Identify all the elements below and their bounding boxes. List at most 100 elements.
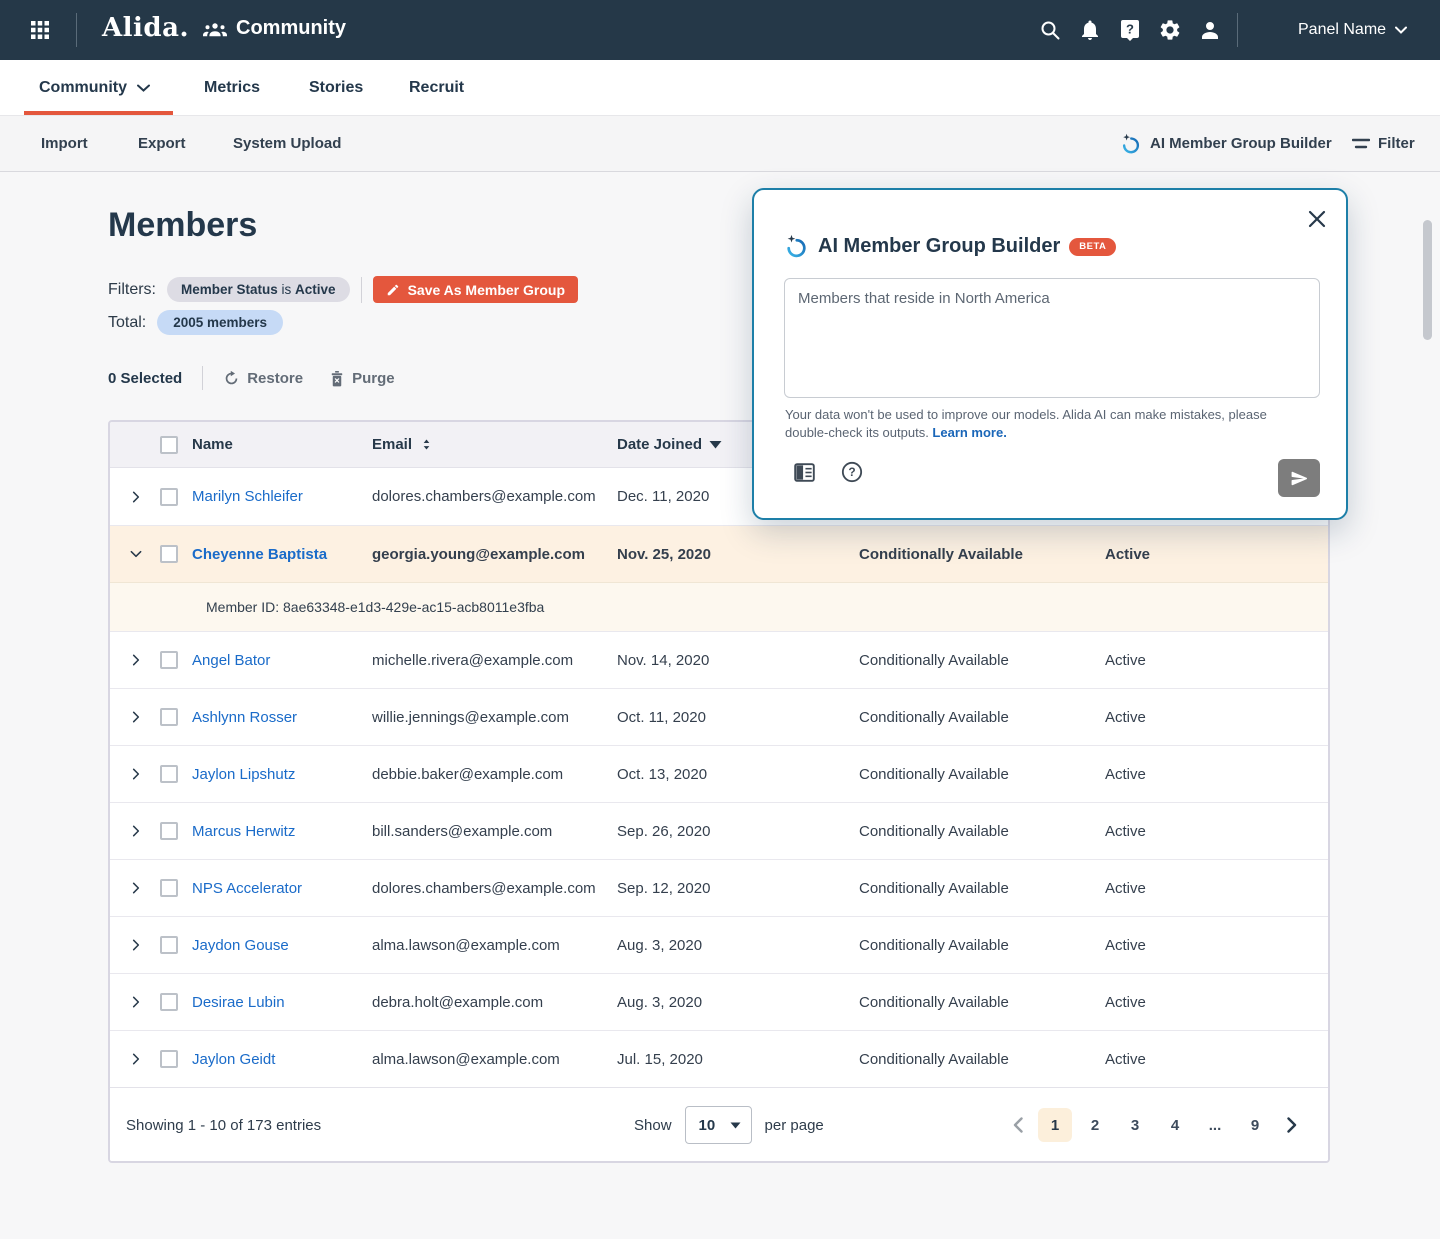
ai-prompt-input[interactable] — [784, 278, 1320, 398]
column-header-email[interactable]: Email — [372, 436, 617, 453]
chevron-right-icon — [129, 710, 143, 724]
member-email: willie.jennings@example.com — [372, 709, 617, 726]
row-expand-chevron[interactable] — [124, 762, 148, 786]
table-row[interactable]: Cheyenne Baptista georgia.young@example.… — [110, 525, 1328, 582]
row-checkbox[interactable] — [160, 651, 178, 669]
tab-metrics[interactable]: Metrics — [204, 60, 260, 115]
row-checkbox[interactable] — [160, 708, 178, 726]
table-row[interactable]: NPS Accelerator dolores.chambers@example… — [110, 859, 1328, 916]
table-row[interactable]: Jaydon Gouse alma.lawson@example.com Aug… — [110, 916, 1328, 973]
page-button[interactable]: 3 — [1118, 1108, 1152, 1142]
help-icon[interactable]: ? — [1118, 18, 1142, 42]
notifications-icon[interactable] — [1078, 18, 1102, 42]
row-checkbox[interactable] — [160, 488, 178, 506]
member-name-link[interactable]: Jaylon Geidt — [192, 1051, 372, 1068]
restore-icon — [223, 370, 240, 387]
import-button[interactable]: Import — [41, 116, 88, 171]
member-email: debra.holt@example.com — [372, 994, 617, 1011]
member-email: alma.lawson@example.com — [372, 1051, 617, 1068]
restore-button[interactable]: Restore — [223, 370, 303, 387]
table-row[interactable]: Jaylon Lipshutz debbie.baker@example.com… — [110, 745, 1328, 802]
row-expand-chevron[interactable] — [124, 1047, 148, 1071]
community-people-icon — [202, 18, 228, 47]
row-checkbox[interactable] — [160, 765, 178, 783]
member-availability: Conditionally Available — [859, 546, 1105, 563]
vertical-scrollbar-thumb[interactable] — [1423, 220, 1432, 340]
row-checkbox[interactable] — [160, 936, 178, 954]
tab-label: Metrics — [204, 79, 260, 97]
purge-button[interactable]: Purge — [329, 370, 395, 387]
row-checkbox[interactable] — [160, 1050, 178, 1068]
table-row[interactable]: Desirae Lubin debra.holt@example.com Aug… — [110, 973, 1328, 1030]
divider — [202, 366, 203, 390]
member-date-joined: Aug. 3, 2020 — [617, 937, 859, 954]
reader-guide-icon[interactable] — [792, 460, 816, 484]
filter-operator: is — [278, 282, 295, 297]
account-icon[interactable] — [1198, 18, 1222, 42]
table-row[interactable]: Jaylon Geidt alma.lawson@example.com Jul… — [110, 1030, 1328, 1087]
divider — [76, 13, 77, 47]
tab-community[interactable]: Community — [39, 60, 150, 115]
row-checkbox[interactable] — [160, 822, 178, 840]
help-circle-icon[interactable]: ? — [840, 460, 864, 484]
send-button[interactable] — [1278, 459, 1320, 497]
member-name-link[interactable]: Angel Bator — [192, 652, 372, 669]
filters-label: Filters: — [108, 281, 156, 299]
ai-sparkle-icon — [784, 234, 809, 259]
select-all-checkbox[interactable] — [160, 436, 178, 454]
close-icon[interactable] — [1304, 206, 1330, 232]
settings-icon[interactable] — [1158, 18, 1182, 42]
filter-chip[interactable]: Member Status is Active — [167, 277, 350, 302]
member-name-link[interactable]: Marcus Herwitz — [192, 823, 372, 840]
alida-logo[interactable]: Alida. — [102, 13, 189, 43]
member-name-link[interactable]: NPS Accelerator — [192, 880, 372, 897]
row-expand-chevron[interactable] — [124, 990, 148, 1014]
export-button[interactable]: Export — [138, 116, 186, 171]
ai-member-group-builder-button[interactable]: AI Member Group Builder — [1120, 116, 1332, 171]
page-size-select[interactable]: 10 — [685, 1106, 752, 1144]
panel-selector[interactable]: Panel Name — [1298, 0, 1407, 60]
chevron-right-icon — [129, 938, 143, 952]
row-expand-chevron[interactable] — [124, 933, 148, 957]
column-header-name[interactable]: Name — [192, 436, 372, 453]
filter-field: Member Status — [181, 282, 278, 297]
tab-recruit[interactable]: Recruit — [409, 60, 464, 115]
row-expand-chevron[interactable] — [124, 648, 148, 672]
member-name-link[interactable]: Marilyn Schleifer — [192, 488, 372, 505]
row-expand-chevron[interactable] — [124, 542, 148, 566]
row-expand-chevron[interactable] — [124, 819, 148, 843]
save-as-member-group-button[interactable]: Save As Member Group — [373, 276, 578, 303]
filter-button[interactable]: Filter — [1352, 116, 1415, 171]
filter-value: Active — [295, 282, 336, 297]
next-page-button[interactable] — [1278, 1108, 1306, 1142]
member-status: Active — [1105, 823, 1328, 840]
member-name-link[interactable]: Ashlynn Rosser — [192, 709, 372, 726]
previous-page-button[interactable] — [1004, 1108, 1032, 1142]
row-checkbox[interactable] — [160, 545, 178, 563]
total-row: Total: 2005 members — [108, 310, 283, 335]
row-expand-chevron[interactable] — [124, 876, 148, 900]
trash-x-icon — [329, 370, 345, 387]
member-name-link[interactable]: Jaylon Lipshutz — [192, 766, 372, 783]
row-checkbox[interactable] — [160, 993, 178, 1011]
page-button[interactable]: 9 — [1238, 1108, 1272, 1142]
member-name-link[interactable]: Desirae Lubin — [192, 994, 372, 1011]
row-checkbox[interactable] — [160, 879, 178, 897]
pencil-icon — [386, 283, 400, 297]
page-button[interactable]: 4 — [1158, 1108, 1192, 1142]
member-name-link[interactable]: Cheyenne Baptista — [192, 546, 372, 563]
tab-stories[interactable]: Stories — [309, 60, 363, 115]
search-icon[interactable] — [1038, 18, 1062, 42]
page-button[interactable]: 2 — [1078, 1108, 1112, 1142]
ai-sparkle-icon — [1120, 133, 1142, 155]
system-upload-button[interactable]: System Upload — [233, 116, 341, 171]
app-grid-icon[interactable] — [28, 18, 52, 42]
table-row[interactable]: Ashlynn Rosser willie.jennings@example.c… — [110, 688, 1328, 745]
row-expand-chevron[interactable] — [124, 705, 148, 729]
member-name-link[interactable]: Jaydon Gouse — [192, 937, 372, 954]
row-expand-chevron[interactable] — [124, 485, 148, 509]
table-row[interactable]: Marcus Herwitz bill.sanders@example.com … — [110, 802, 1328, 859]
learn-more-link[interactable]: Learn more. — [932, 425, 1006, 440]
page-button[interactable]: 1 — [1038, 1108, 1072, 1142]
table-row[interactable]: Angel Bator michelle.rivera@example.com … — [110, 631, 1328, 688]
